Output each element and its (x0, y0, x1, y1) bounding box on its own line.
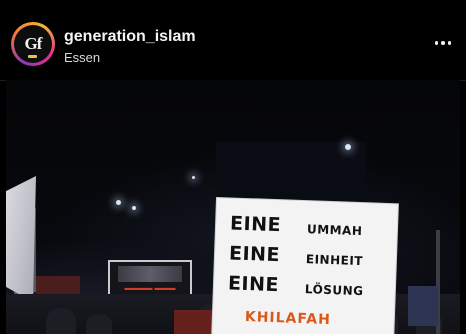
flag-left (6, 176, 36, 302)
username-link[interactable]: generation_islam (64, 28, 196, 46)
placard-word-small: LÖSUNG (304, 282, 364, 299)
more-dot (434, 41, 439, 45)
more-dot (447, 41, 452, 45)
crowd-head (86, 314, 112, 334)
placard-row: EINE LÖSUNG (213, 272, 395, 308)
street-light (116, 200, 121, 205)
avatar-accent (28, 55, 37, 58)
more-options-icon[interactable] (430, 30, 456, 56)
more-dot (441, 41, 445, 45)
placard-word-small: EINHEIT (305, 252, 364, 269)
placard-accent-text: KHILAFAH (244, 309, 332, 329)
red-banner (174, 310, 214, 334)
placard-word-small: UMMAH (306, 222, 363, 239)
protest-placard: EINE UMMAH EINE EINHEIT EINE LÖSUNG KHIL… (212, 198, 398, 334)
avatar[interactable]: Gf (11, 22, 55, 66)
post-photo[interactable]: ▬▬▬▬ ▬▬▬▬▬▬▬▬▬▬ EINE UMMAH EINE EINHEIT … (6, 80, 460, 334)
street-light (192, 176, 195, 179)
placard-word-big: EINE (228, 242, 281, 267)
avatar-initials: Gf (24, 34, 43, 53)
crowd-sign-image (118, 266, 182, 282)
flag-right (408, 286, 438, 326)
post-header: Gf generation_islam Essen (0, 0, 466, 81)
placard-word-big: EINE (227, 272, 280, 297)
street-light (345, 144, 351, 150)
street-light (132, 206, 136, 210)
crowd-head (46, 308, 76, 334)
location-link[interactable]: Essen (64, 50, 100, 65)
placard-word-big: EINE (229, 212, 282, 237)
